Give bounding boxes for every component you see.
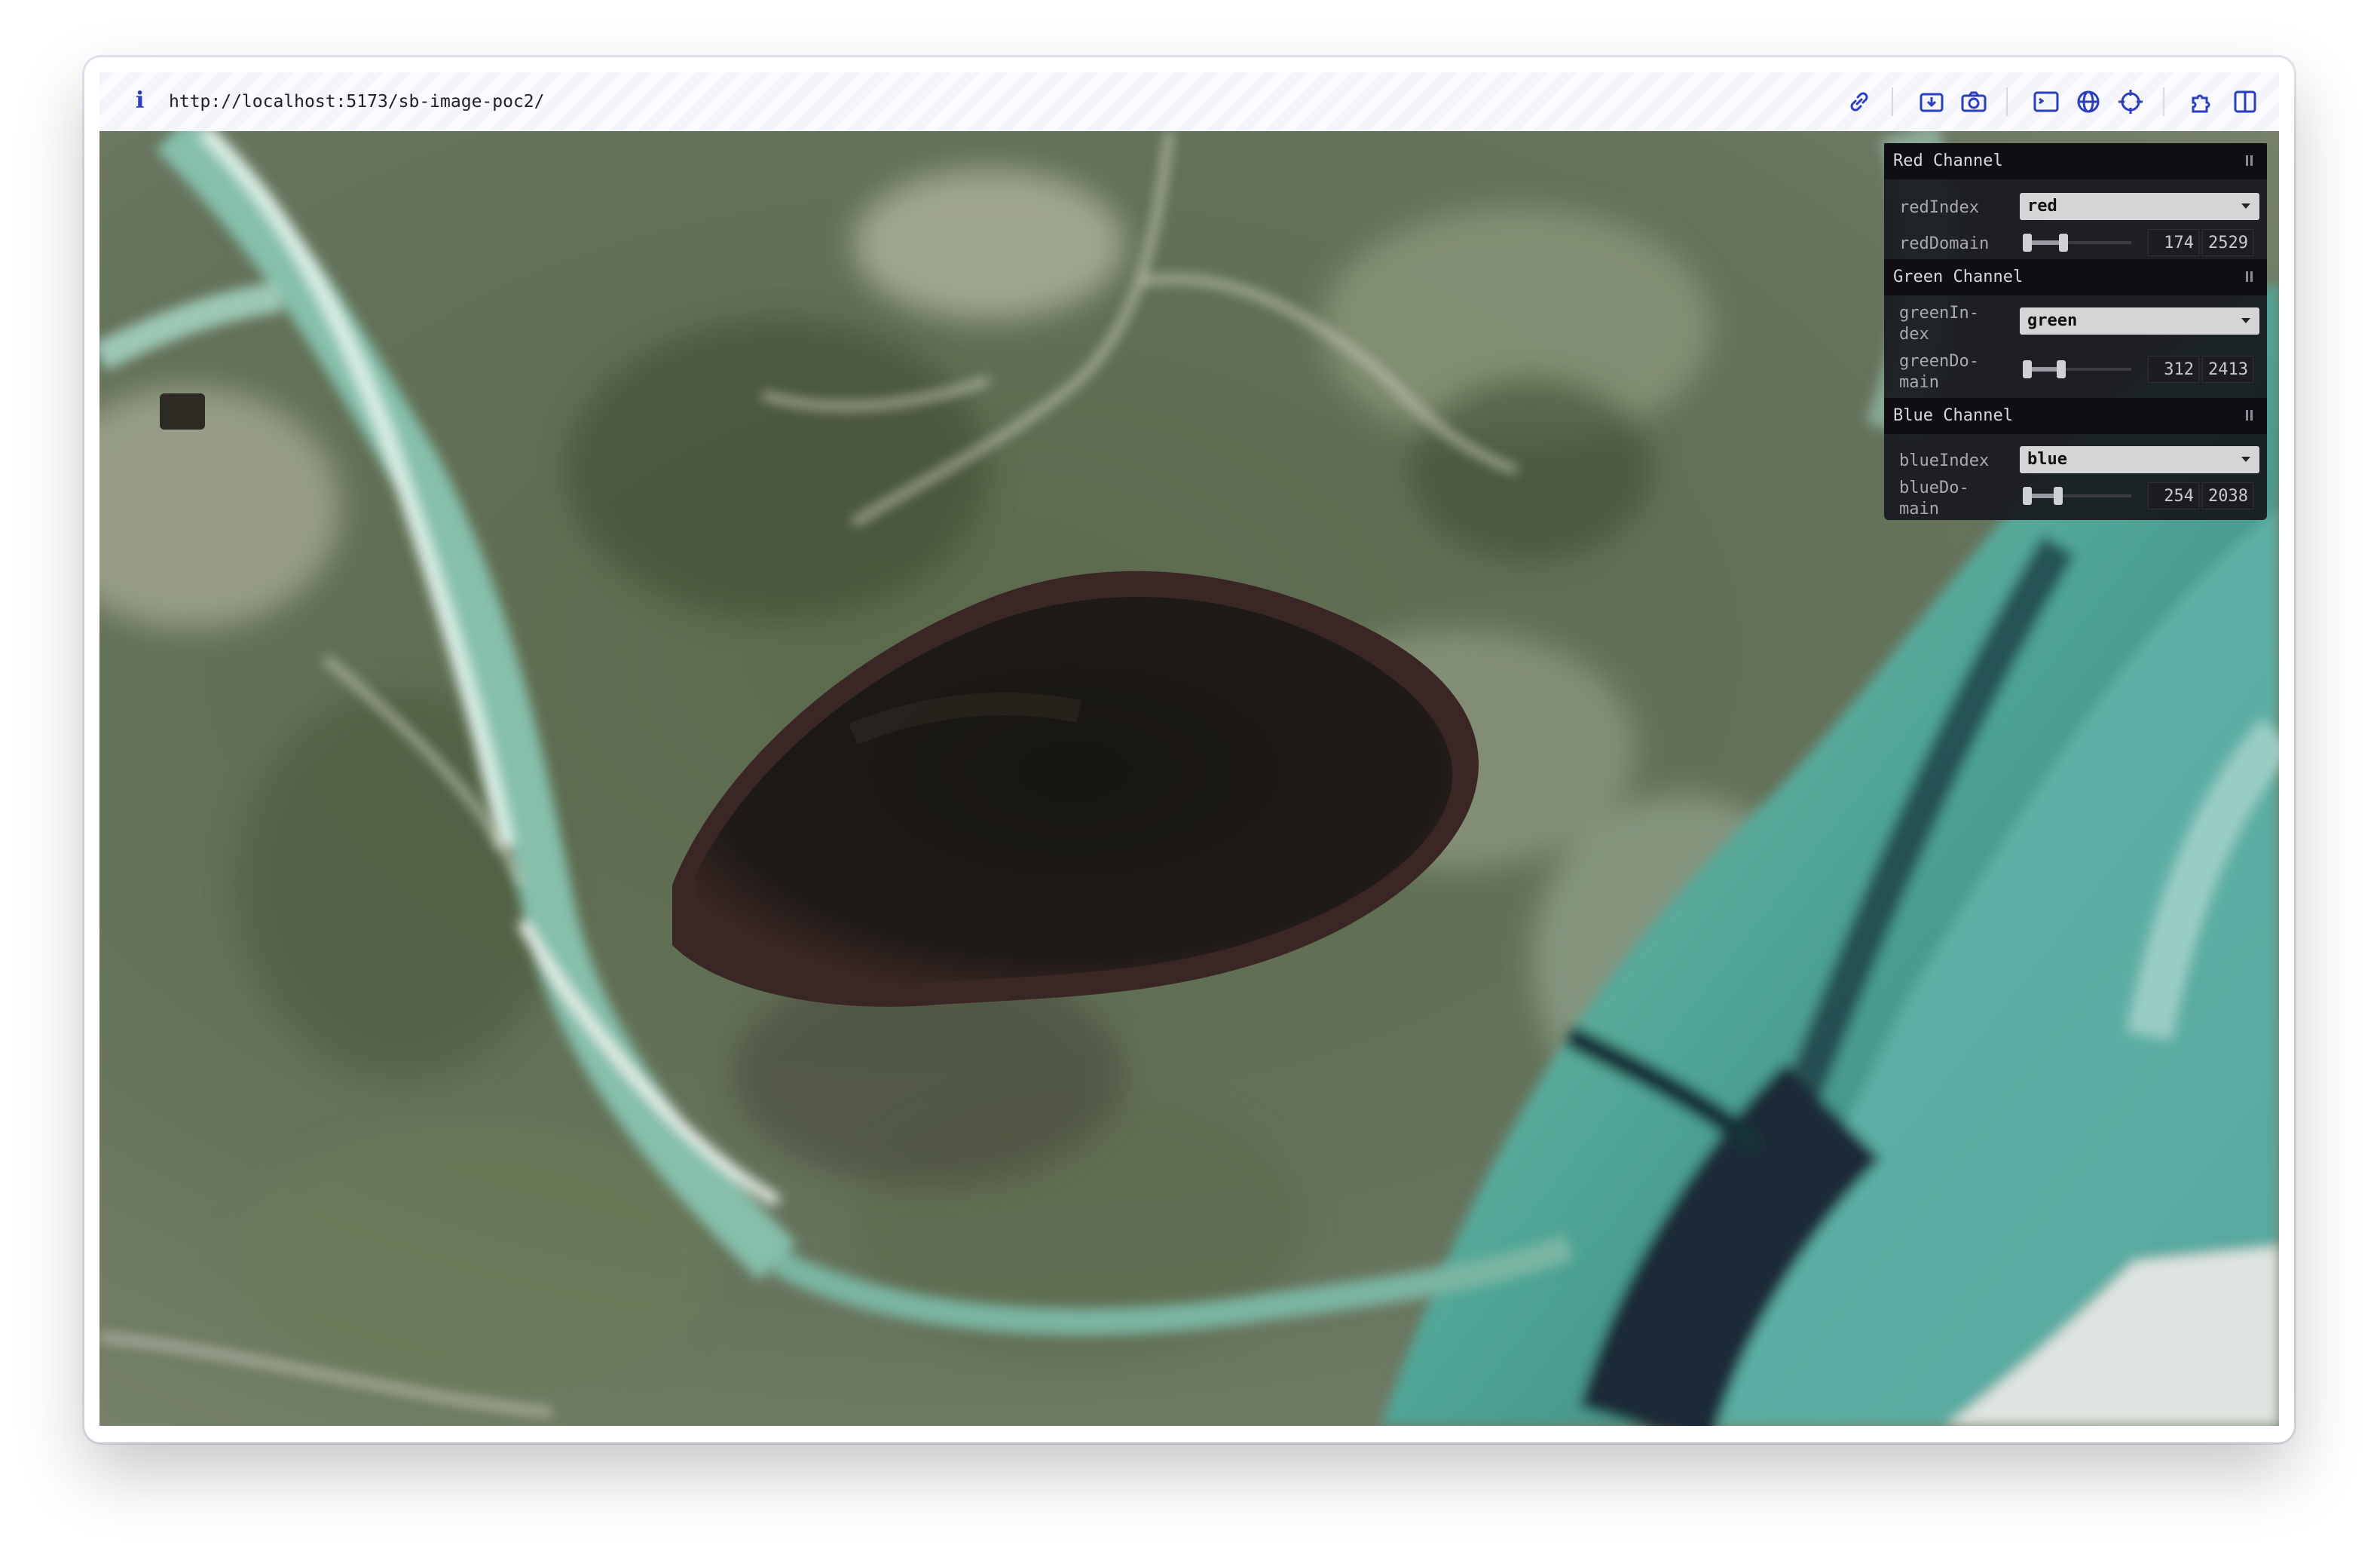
extensions-icon[interactable] xyxy=(2187,86,2219,118)
slider-min-handle[interactable] xyxy=(2023,487,2032,505)
chevron-down-icon xyxy=(2241,318,2250,323)
toolbar-separator xyxy=(2163,87,2164,116)
red-channel-title: Red Channel xyxy=(1893,151,2003,170)
green-domain-max-input[interactable]: 2413 xyxy=(2202,356,2253,383)
drag-handle-icon[interactable] xyxy=(2244,410,2253,421)
chevron-down-icon xyxy=(2241,203,2250,209)
green-channel-header[interactable]: Green Channel xyxy=(1884,259,2267,295)
link-icon[interactable] xyxy=(1843,86,1875,118)
slider-min-handle[interactable] xyxy=(2023,234,2032,252)
channel-controls-panel: Red Channel redIndex red redDomain 174 2… xyxy=(1884,143,2267,520)
slider-max-handle[interactable] xyxy=(2056,360,2066,378)
blue-domain-slider[interactable] xyxy=(2020,482,2133,509)
browser-toolbar: i http://localhost:5173/sb-image-poc2/ xyxy=(99,72,2279,132)
info-icon[interactable]: i xyxy=(136,87,151,115)
chevron-down-icon xyxy=(2241,457,2250,462)
red-domain-max-input[interactable]: 2529 xyxy=(2202,229,2253,256)
camera-icon[interactable] xyxy=(1958,86,1990,118)
toolbar-separator xyxy=(1892,87,1893,116)
blue-index-label: blueIndex xyxy=(1899,451,1990,470)
drag-handle-icon[interactable] xyxy=(2244,155,2253,166)
toolbar-separator xyxy=(2006,87,2008,116)
slider-max-handle[interactable] xyxy=(2053,487,2063,505)
crosshair-icon[interactable] xyxy=(2115,86,2146,118)
browser-window: i http://localhost:5173/sb-image-poc2/ R… xyxy=(84,57,2294,1442)
blue-domain-label: blueDo- main xyxy=(1899,479,1969,519)
green-domain-min-input[interactable]: 312 xyxy=(2148,356,2199,383)
slider-min-handle[interactable] xyxy=(2023,360,2032,378)
red-domain-label: redDomain xyxy=(1899,234,1990,253)
green-index-select[interactable]: green xyxy=(2020,307,2259,335)
green-index-value: green xyxy=(2027,311,2078,330)
red-index-select[interactable]: red xyxy=(2020,193,2259,220)
red-index-value: red xyxy=(2027,197,2057,216)
download-icon[interactable] xyxy=(1916,86,1947,118)
blue-domain-min-input[interactable]: 254 xyxy=(2148,482,2199,509)
drag-handle-icon[interactable] xyxy=(2244,271,2253,282)
split-view-icon[interactable] xyxy=(2229,86,2261,118)
url-bar[interactable]: http://localhost:5173/sb-image-poc2/ xyxy=(169,89,545,115)
green-channel-title: Green Channel xyxy=(1893,268,2024,286)
red-domain-min-input[interactable]: 174 xyxy=(2148,229,2199,256)
green-index-label: greenIn- dex xyxy=(1899,304,1979,344)
green-domain-label: greenDo- main xyxy=(1899,352,1979,392)
blue-channel-title: Blue Channel xyxy=(1893,406,2013,425)
blue-index-value: blue xyxy=(2027,450,2067,469)
slider-max-handle[interactable] xyxy=(2058,234,2068,252)
red-index-label: redIndex xyxy=(1899,198,1979,217)
green-domain-slider[interactable] xyxy=(2020,356,2133,383)
blue-channel-header[interactable]: Blue Channel xyxy=(1884,398,2267,434)
red-domain-slider[interactable] xyxy=(2020,229,2133,256)
terminal-icon[interactable] xyxy=(2030,86,2062,118)
blue-domain-max-input[interactable]: 2038 xyxy=(2202,482,2253,509)
slider-fill xyxy=(2027,240,2063,245)
red-channel-header[interactable]: Red Channel xyxy=(1884,143,2267,179)
globe-icon[interactable] xyxy=(2073,86,2104,118)
map-viewport[interactable]: Red Channel redIndex red redDomain 174 2… xyxy=(99,131,2279,1426)
blue-index-select[interactable]: blue xyxy=(2020,446,2259,473)
